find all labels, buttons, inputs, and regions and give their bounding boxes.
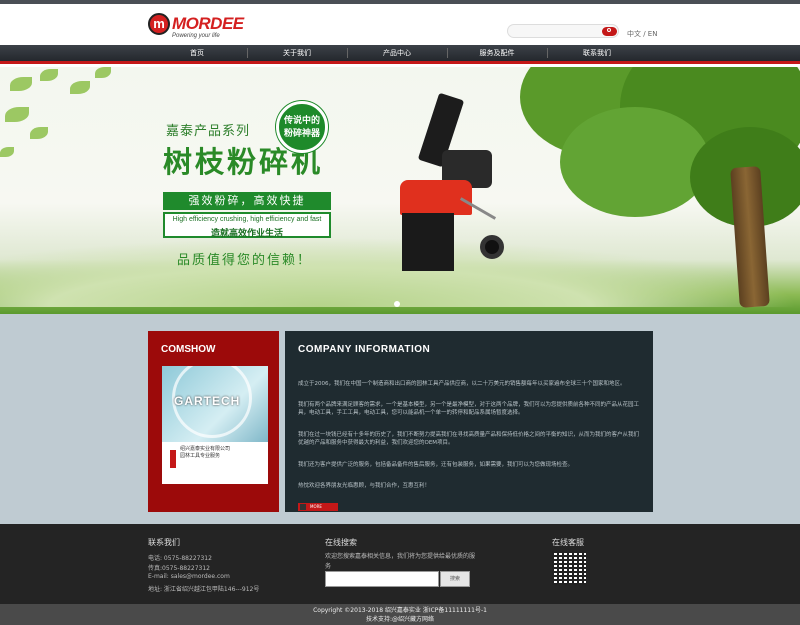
banner-english-box: High efficiency crushing, high efficienc… (163, 212, 331, 239)
contact-fax: 传真:0575-88227312 (148, 565, 210, 572)
company-title: COMPANY INFORMATION (298, 344, 431, 355)
banner-trust: 品质值得您的信赖！ (177, 253, 313, 268)
company-paragraph: 我们还为客户提供广泛的服务，包括备品备件的售后服务，迁有包装服务，如果需要，我们… (298, 462, 574, 468)
brochure-title: GARTECH (174, 394, 241, 408)
copyright-bar: Copyright ©2013-2018 绍兴嘉泰实业 浙ICP备1111111… (0, 604, 800, 625)
company-paragraph: 成立于2006，我们在中国一个制造商和出口商的园林工具产品供应商，以二十万美元的… (298, 381, 626, 387)
nav-service[interactable]: 服务及配件 (447, 45, 547, 61)
footer-search-button[interactable]: 搜索 (440, 571, 470, 587)
banner-series: 嘉泰产品系列 (166, 124, 251, 139)
banner-tree (500, 67, 800, 314)
company-paragraph: 我们在过一块钱已经有十多年的历史了，我们不断努力提高我们在寻找高质量产品和保持低… (298, 432, 640, 446)
main-nav: 首页 关于我们 产品中心 服务及配件 联系我们 (0, 45, 800, 64)
banner-leaves (0, 67, 140, 177)
logo-mark: m (148, 13, 170, 35)
search-title: 在线搜索 (325, 538, 357, 547)
brochure-image[interactable]: GARTECH 绍兴嘉泰实业有限公司 园林工具专业服务 (162, 366, 268, 484)
banner-subslogan: 造就高效作业生活 (210, 229, 283, 239)
search-button[interactable] (602, 27, 617, 36)
slider-dot[interactable] (394, 301, 400, 307)
banner-badge: 传说中的 粉碎神器 (276, 101, 328, 153)
nav-products[interactable]: 产品中心 (347, 45, 447, 61)
contact-email[interactable]: E-mail: sales@mordee.com (148, 573, 230, 580)
site-footer: 联系我们 电话: 0575-88227312 传真:0575-88227312 … (0, 524, 800, 604)
badge-line-1: 传说中的 (283, 116, 320, 126)
company-paragraph: 热忱欢迎各界朋友光临惠顾，与我们合作，互惠互利！ (298, 483, 431, 489)
logo[interactable]: m MORDEE Powering your life (148, 13, 244, 41)
nav-contact[interactable]: 联系我们 (547, 45, 647, 61)
copyright-line-2: 技术支持:@绍兴藏方网络 (365, 616, 435, 623)
search-icon (607, 28, 611, 32)
logo-text: MORDEE (172, 14, 244, 33)
site-header: m MORDEE Powering your life 中文 / EN (0, 0, 800, 45)
nav-home[interactable]: 首页 (147, 45, 247, 61)
comshow-title: COMSHOW (161, 344, 216, 355)
contact-title: 联系我们 (148, 538, 180, 547)
shredder-image (380, 92, 515, 275)
company-paragraph: 我们有两个品牌来满足顾客的需求，一个是基本模型，另一个是最净模型，对于这两个品牌… (298, 402, 640, 416)
nav-about[interactable]: 关于我们 (247, 45, 347, 61)
more-button[interactable]: MORE (298, 503, 338, 511)
more-label: MORE (310, 504, 322, 509)
logo-tagline: Powering your life (172, 33, 220, 39)
brochure-text-1: 绍兴嘉泰实业有限公司 (180, 446, 231, 452)
banner-english: High efficiency crushing, high efficienc… (172, 216, 322, 223)
company-info-panel: COMPANY INFORMATION 成立于2006，我们在中国一个制造商和出… (285, 331, 653, 512)
copyright-line-1: Copyright ©2013-2018 绍兴嘉泰实业 浙ICP备1111111… (313, 607, 487, 614)
banner-slogan: 强效粉碎，高效快捷 (163, 192, 331, 210)
contact-address: 地址: 浙江省绍兴越江包甲陆146---912号 (148, 586, 260, 593)
plus-icon (300, 504, 306, 510)
language-switch[interactable]: 中文 / EN (627, 29, 657, 39)
search-desc-2: 务 (325, 563, 332, 570)
qr-code (552, 551, 586, 585)
comshow-panel: COMSHOW GARTECH 绍兴嘉泰实业有限公司 园林工具专业服务 (148, 331, 279, 512)
search-desc-1: 欢迎您搜索嘉泰相关信息，我们将为您提供给最优质的服 (325, 553, 476, 560)
footer-search-input[interactable] (325, 571, 439, 587)
brochure-text-2: 园林工具专业服务 (180, 453, 221, 459)
badge-line-2: 粉碎神器 (283, 129, 320, 139)
hero-banner[interactable]: 嘉泰产品系列 树枝粉碎机 传说中的 粉碎神器 强效粉碎，高效快捷 High ef… (0, 67, 800, 314)
content-section: COMSHOW GARTECH 绍兴嘉泰实业有限公司 园林工具专业服务 COMP… (0, 314, 800, 524)
contact-phone: 电话: 0575-88227312 (148, 555, 212, 562)
service-title: 在线客服 (552, 538, 584, 547)
